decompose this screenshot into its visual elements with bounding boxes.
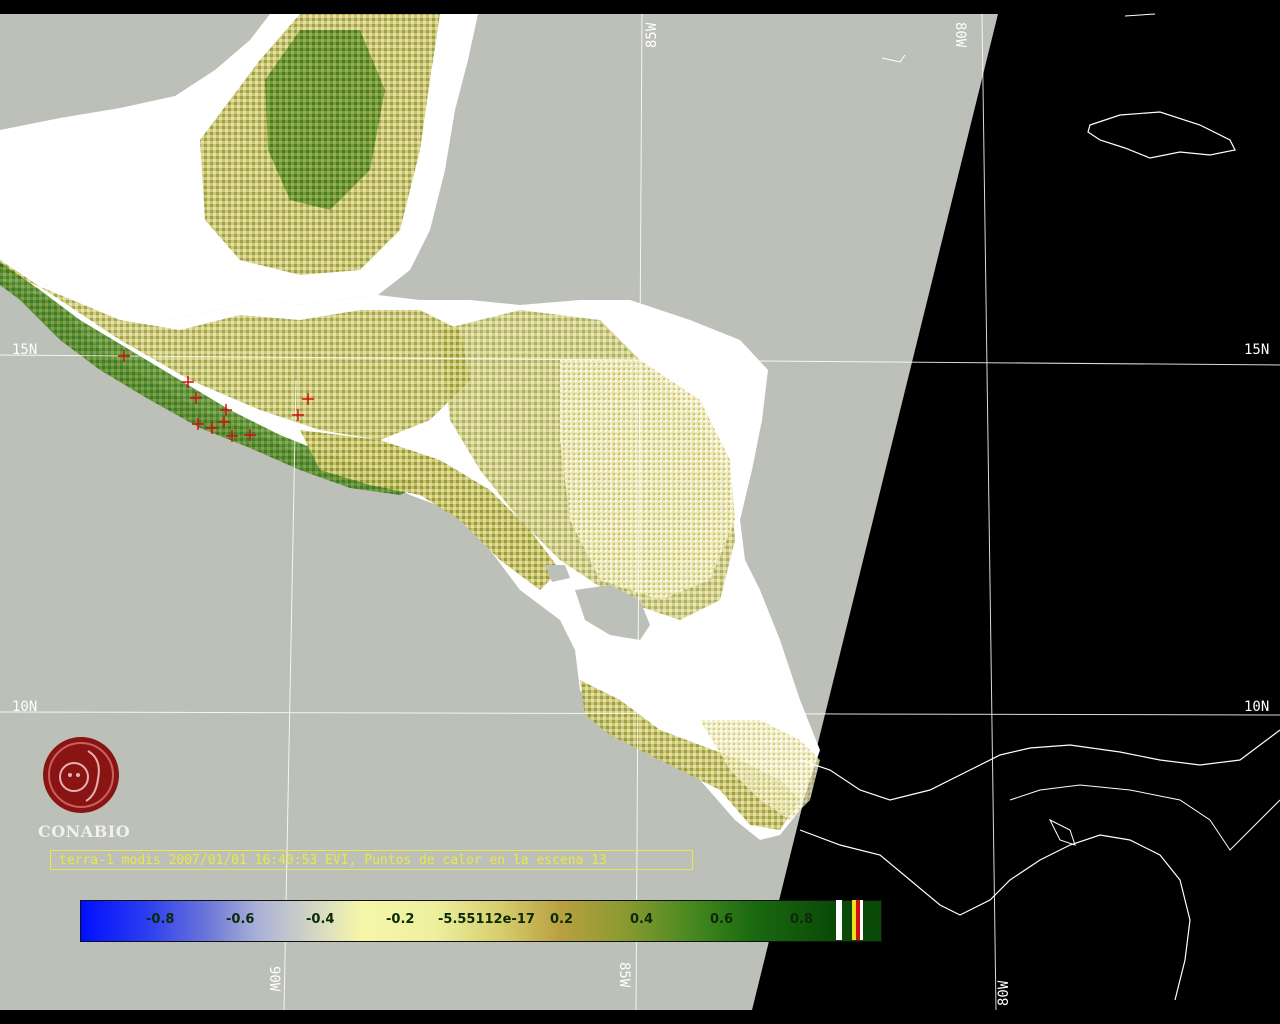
colorbar-tick-label: -0.6: [226, 912, 255, 927]
colorbar-tick-label: -0.2: [386, 912, 415, 927]
conabio-logo-icon: [43, 737, 119, 813]
label-15n-left: 15N: [12, 342, 37, 358]
label-10n-right: 10N: [1244, 699, 1269, 715]
colorbar-tick-label: -0.8: [146, 912, 175, 927]
logo-text: CONABIO: [38, 822, 131, 841]
label-90w-bottom: 90W: [266, 966, 282, 992]
colorbar-tick-label: 0.4: [630, 912, 654, 927]
colorbar-tick-label: 0.6: [710, 912, 734, 927]
colorbar-tick-label: -0.4: [306, 912, 335, 927]
label-80w-top: 80W: [952, 22, 968, 48]
label-80w-bottom: 80W: [996, 980, 1012, 1006]
colorbar-swatch-white-2: [860, 900, 863, 940]
label-15n-right: 15N: [1244, 342, 1269, 358]
scene-caption: terra-1 modis 2007/01/01 16:40:53 EVI, P…: [50, 850, 693, 870]
colorbar-swatch-white: [836, 900, 842, 940]
colorbar-tick-label: -5.55112e-17: [438, 912, 535, 927]
label-85w-top: 85W: [644, 22, 660, 48]
label-10n-left: 10N: [12, 699, 37, 715]
satellite-map: 85W 80W 90W 85W 80W 15N 15N 10N 10N: [0, 0, 1280, 1024]
label-85w-bottom: 85W: [616, 962, 632, 988]
colorbar-tick-label: 0.2: [550, 912, 574, 927]
colorbar-tick-label: 0.8: [790, 912, 814, 927]
